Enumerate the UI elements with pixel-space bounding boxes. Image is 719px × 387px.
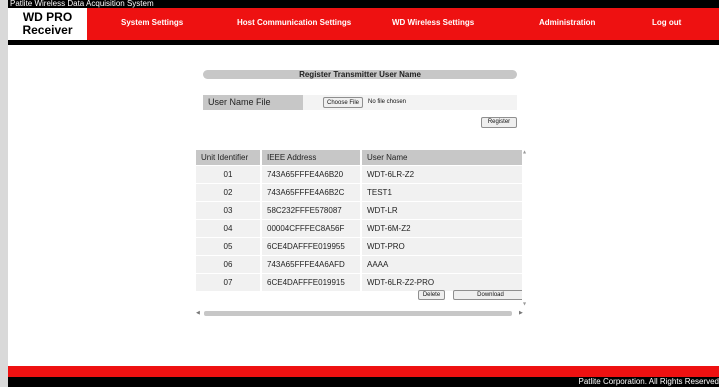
cell-user: WDT-6LR-Z2: [362, 165, 524, 184]
cell-user: WDT-LR: [362, 201, 524, 220]
footer-red-band: [8, 366, 719, 377]
cell-unit: 02: [196, 183, 260, 202]
window-title: Patlite Wireless Data Acquisition System: [8, 0, 719, 8]
scroll-up-icon[interactable]: ▲: [523, 150, 526, 154]
download-button[interactable]: Download: [453, 290, 528, 300]
footer-copyright: Patlite Corporation. All Rights Reserved: [8, 377, 719, 387]
cell-unit: 06: [196, 255, 260, 274]
col-unit-identifier: Unit Identifier: [196, 150, 260, 166]
scrollbar-thumb[interactable]: [204, 311, 512, 316]
user-name-file-field: Choose File No file chosen: [303, 95, 517, 110]
logo-line-2: Receiver: [22, 23, 73, 37]
nav-system-settings[interactable]: System Settings: [121, 8, 183, 40]
vertical-scrollbar[interactable]: ▲ ▼: [522, 150, 528, 308]
scroll-left-icon[interactable]: ◀: [196, 310, 200, 316]
col-ieee-address: IEEE Address: [262, 150, 360, 166]
cell-ieee: 743A65FFFE4A6B20: [262, 165, 360, 184]
cell-unit: 04: [196, 219, 260, 238]
cell-ieee: 743A65FFFE4A6AFD: [262, 255, 360, 274]
user-name-file-label: User Name File: [203, 95, 303, 110]
main-nav: WD PRO Receiver System Settings Host Com…: [8, 8, 719, 40]
register-button[interactable]: Register: [481, 117, 517, 128]
register-section-title: Register Transmitter User Name: [203, 70, 517, 79]
table-row[interactable]: 05 6CE4DAFFFE019955 WDT-PRO: [196, 237, 524, 256]
table-row[interactable]: 03 58C232FFFE578087 WDT-LR: [196, 201, 524, 220]
cell-ieee: 00004CFFFEC8A56F: [262, 219, 360, 238]
table-row[interactable]: 04 00004CFFFEC8A56F WDT-6M-Z2: [196, 219, 524, 238]
delete-button[interactable]: Delete: [418, 290, 445, 300]
table-row[interactable]: 01 743A65FFFE4A6B20 WDT-6LR-Z2: [196, 165, 524, 184]
cell-user: WDT-6M-Z2: [362, 219, 524, 238]
cell-ieee: 6CE4DAFFFE019955: [262, 237, 360, 256]
cell-user: WDT-PRO: [362, 237, 524, 256]
cell-ieee: 743A65FFFE4A6B2C: [262, 183, 360, 202]
choose-file-button[interactable]: Choose File: [323, 97, 364, 108]
table-row[interactable]: 06 743A65FFFE4A6AFD AAAA: [196, 255, 524, 274]
cell-user: TEST1: [362, 183, 524, 202]
table-header-row: Unit Identifier IEEE Address User Name: [196, 150, 524, 166]
scroll-down-icon[interactable]: ▼: [523, 302, 526, 306]
cell-ieee: 58C232FFFE578087: [262, 201, 360, 220]
table-row[interactable]: 02 743A65FFFE4A6B2C TEST1: [196, 183, 524, 202]
nav-wd-wireless-settings[interactable]: WD Wireless Settings: [392, 8, 474, 40]
cell-unit: 03: [196, 201, 260, 220]
nav-host-communication-settings[interactable]: Host Communication Settings: [237, 8, 351, 40]
scroll-right-icon[interactable]: ▶: [519, 310, 523, 316]
user-name-table: Unit Identifier IEEE Address User Name 0…: [196, 150, 524, 291]
col-user-name: User Name: [362, 150, 524, 166]
nav-logout[interactable]: Log out: [652, 8, 681, 40]
nav-divider: [8, 40, 719, 45]
nav-administration[interactable]: Administration: [539, 8, 595, 40]
cell-unit: 05: [196, 237, 260, 256]
cell-unit: 01: [196, 165, 260, 184]
table-actions: Delete Download: [194, 289, 528, 301]
horizontal-scrollbar[interactable]: ◀ ▶: [194, 309, 528, 318]
cell-user: AAAA: [362, 255, 524, 274]
user-name-table-panel: Unit Identifier IEEE Address User Name 0…: [194, 150, 528, 318]
product-logo: WD PRO Receiver: [8, 8, 87, 40]
app-page: Patlite Wireless Data Acquisition System…: [8, 0, 719, 387]
no-file-text: No file chosen: [368, 99, 407, 105]
